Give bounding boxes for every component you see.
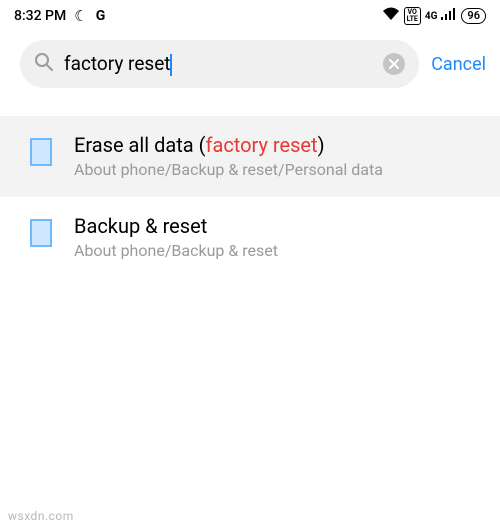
result-body: Erase all data (factory reset) About pho… bbox=[74, 132, 480, 179]
result-item[interactable]: Backup & reset About phone/Backup & rese… bbox=[0, 197, 500, 278]
result-path: About phone/Backup & reset bbox=[74, 241, 480, 260]
settings-page-icon bbox=[30, 138, 52, 166]
text-caret bbox=[170, 54, 172, 76]
search-query-text: factory reset bbox=[64, 52, 171, 75]
volte-icon: VOLTE bbox=[404, 7, 421, 25]
result-title-match: factory reset bbox=[205, 133, 317, 157]
result-path: About phone/Backup & reset/Personal data bbox=[74, 160, 480, 179]
result-title-pre: Erase all data ( bbox=[74, 133, 205, 157]
result-title-post: ) bbox=[318, 133, 325, 157]
network-type: 4G bbox=[425, 11, 438, 22]
search-results: Erase all data (factory reset) About pho… bbox=[0, 116, 500, 278]
search-input[interactable]: factory reset bbox=[64, 52, 373, 76]
result-body: Backup & reset About phone/Backup & rese… bbox=[74, 213, 480, 260]
clock-text: 8:32 PM bbox=[14, 8, 66, 24]
result-title: Erase all data (factory reset) bbox=[74, 132, 480, 158]
watermark-text: wsxdn.com bbox=[8, 509, 74, 523]
settings-page-icon bbox=[30, 219, 52, 247]
moon-icon: ☾ bbox=[74, 7, 87, 25]
search-box[interactable]: factory reset bbox=[20, 40, 419, 88]
signal-icon bbox=[441, 8, 457, 24]
search-row: factory reset Cancel bbox=[0, 32, 500, 100]
status-bar-right: VOLTE 4G 96 bbox=[382, 7, 486, 25]
result-title: Backup & reset bbox=[74, 213, 480, 239]
result-item[interactable]: Erase all data (factory reset) About pho… bbox=[0, 116, 500, 197]
result-title-pre: Backup & reset bbox=[74, 214, 207, 238]
google-icon: G bbox=[96, 8, 106, 24]
clear-search-button[interactable] bbox=[383, 53, 405, 75]
battery-indicator: 96 bbox=[461, 8, 486, 24]
wifi-icon bbox=[382, 7, 400, 25]
status-bar-left: 8:32 PM ☾ G bbox=[14, 7, 105, 25]
search-icon bbox=[34, 52, 54, 76]
status-bar: 8:32 PM ☾ G VOLTE 4G 96 bbox=[0, 0, 500, 32]
cancel-button[interactable]: Cancel bbox=[431, 54, 486, 75]
